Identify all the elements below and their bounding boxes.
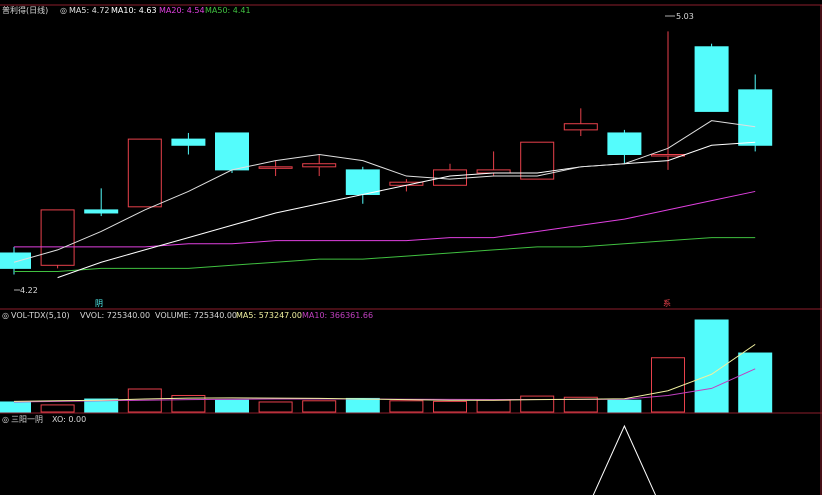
candle-body <box>84 209 119 214</box>
ma10-line <box>57 141 756 279</box>
candle <box>607 129 642 164</box>
candle-body <box>563 123 598 131</box>
chart-canvas: 普利得(日线) ◎ MA5: 4.72 MA10: 4.63 MA20: 4.5… <box>0 4 822 495</box>
candle-body <box>433 169 467 186</box>
candle-body <box>738 89 773 146</box>
candle-body <box>258 166 293 169</box>
ma50-readout: MA50: 4.41 <box>205 6 251 15</box>
candle-body <box>127 138 162 208</box>
volume-bar <box>258 401 293 413</box>
volume-bar <box>0 401 31 413</box>
indicator-signal-line <box>592 424 657 495</box>
volume-settings-icon[interactable]: ◎ <box>2 311 9 320</box>
volume-bar <box>40 404 75 413</box>
price-settings-icon[interactable]: ◎ <box>60 6 67 15</box>
ma10-readout: MA10: 4.63 <box>111 6 157 15</box>
flag-left: 阴 <box>95 299 103 308</box>
price-ma-lines <box>13 120 756 279</box>
volume-bar <box>651 357 685 413</box>
candle <box>433 163 467 186</box>
candle-body <box>171 138 206 146</box>
volume-ma5-line <box>13 343 756 402</box>
volume-bar <box>520 395 555 413</box>
candle-body <box>40 209 75 266</box>
candle <box>302 154 337 177</box>
volume-bar <box>302 400 337 413</box>
candle <box>476 151 511 177</box>
volume-bars <box>0 319 773 413</box>
candle <box>84 188 119 217</box>
candle <box>563 108 598 137</box>
flag-right: 系 <box>663 298 671 308</box>
candle-body <box>0 252 31 269</box>
indicator-line <box>592 424 657 495</box>
volume-bar <box>433 400 467 413</box>
vvol-readout: VVOL: 725340.00 <box>80 311 150 320</box>
candle <box>738 74 773 152</box>
volume-ma10-readout: MA10: 366361.66 <box>302 311 373 320</box>
volume-bar <box>476 399 511 413</box>
candle <box>0 246 31 275</box>
volume-ma5-readout: MA5: 573247.00 <box>236 311 302 320</box>
ma20-readout: MA20: 4.54 <box>159 6 205 15</box>
candle <box>171 132 206 155</box>
candle <box>127 138 162 208</box>
volume-bar <box>345 397 380 413</box>
candle-body <box>694 46 729 112</box>
ma50-line <box>14 237 756 272</box>
low-price-label: 4.22 <box>20 286 38 295</box>
candle <box>345 166 380 204</box>
candle-body <box>651 154 685 157</box>
volume-ma10-line <box>13 368 756 403</box>
volume-readout: VOLUME: 725340.00 <box>155 311 237 320</box>
candle-body <box>302 163 337 168</box>
candle <box>694 43 729 112</box>
indicator-title: 三阳一阴 <box>11 415 43 424</box>
candle-body <box>215 132 249 171</box>
volume-bar <box>738 352 773 413</box>
ma5-readout: MA5: 4.72 <box>69 6 110 15</box>
high-price-label: 5.03 <box>676 12 694 21</box>
xo-readout: XO: 0.00 <box>52 415 86 424</box>
candle-body <box>607 132 642 155</box>
indicator-settings-icon[interactable]: ◎ <box>2 415 9 424</box>
candle-body <box>345 169 380 196</box>
volume-title: VOL-TDX(5,10) <box>11 311 70 320</box>
volume-bar <box>607 399 642 413</box>
volume-ma-lines <box>13 343 756 403</box>
volume-bar <box>389 400 424 413</box>
volume-bar <box>215 399 249 413</box>
candle <box>40 209 75 269</box>
candle <box>651 31 685 170</box>
price-title: 普利得(日线) <box>2 5 48 15</box>
